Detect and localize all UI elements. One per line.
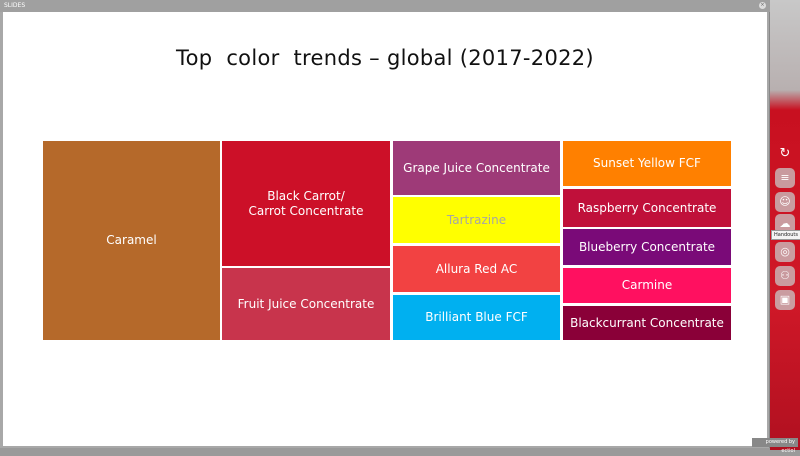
tile-label: Blackcurrant Concentrate — [570, 315, 724, 330]
tile-label: Tartrazine — [446, 212, 507, 227]
slides-window: SLIDES × Top color trends – global (2017… — [0, 0, 770, 448]
tile-label: Brilliant Blue FCF — [425, 310, 528, 324]
treemap-tile: Blackcurrant Concentrate — [563, 306, 731, 340]
compass-icon[interactable]: ◎ — [775, 242, 795, 262]
treemap-tile: Carmine — [563, 268, 731, 303]
tile-label: Black Carrot/ Carrot Concentrate — [248, 188, 364, 218]
tile-label: Carmine — [621, 278, 673, 292]
tile-label: Fruit Juice Concentrate — [237, 296, 375, 311]
tile-label: Caramel — [106, 233, 157, 247]
treemap-tile: Caramel — [43, 141, 220, 340]
chat-icon[interactable]: ▣ — [775, 290, 795, 310]
treemap-tile: Tartrazine — [393, 197, 560, 243]
treemap-tile: Sunset Yellow FCF — [563, 141, 731, 186]
tile-label: Allura Red AC — [435, 261, 518, 276]
treemap-tile: Raspberry Concentrate — [563, 189, 731, 227]
handouts-tooltip: Handouts — [771, 230, 800, 240]
tile-label: Blueberry Concentrate — [578, 239, 716, 254]
treemap-tile: Allura Red AC — [393, 246, 560, 292]
treemap-tile: Fruit Juice Concentrate — [222, 268, 390, 340]
user-check-icon[interactable]: ☺ — [775, 192, 795, 212]
tile-label: Grape Juice Concentrate — [403, 160, 550, 175]
tile-label: Sunset Yellow FCF — [593, 156, 701, 170]
group-icon[interactable]: ⚇ — [775, 266, 795, 286]
treemap-tile: Brilliant Blue FCF — [393, 295, 560, 340]
window-title: SLIDES — [4, 2, 26, 9]
powered-by-badge: powered by ectiol — [752, 438, 798, 454]
tile-label: Raspberry Concentrate — [577, 200, 717, 215]
menu-icon[interactable]: ≡ — [775, 168, 795, 188]
slide: Top color trends – global (2017-2022) Ca… — [3, 12, 767, 446]
title-bar: SLIDES × — [0, 0, 770, 12]
slide-title: Top color trends – global (2017-2022) — [176, 46, 594, 70]
close-icon[interactable]: × — [759, 2, 766, 9]
treemap-tile: Grape Juice Concentrate — [393, 141, 560, 195]
treemap-tile: Blueberry Concentrate — [563, 229, 731, 265]
refresh-icon[interactable]: ↻ — [775, 144, 795, 164]
treemap-tile: Black Carrot/ Carrot Concentrate — [222, 141, 390, 266]
